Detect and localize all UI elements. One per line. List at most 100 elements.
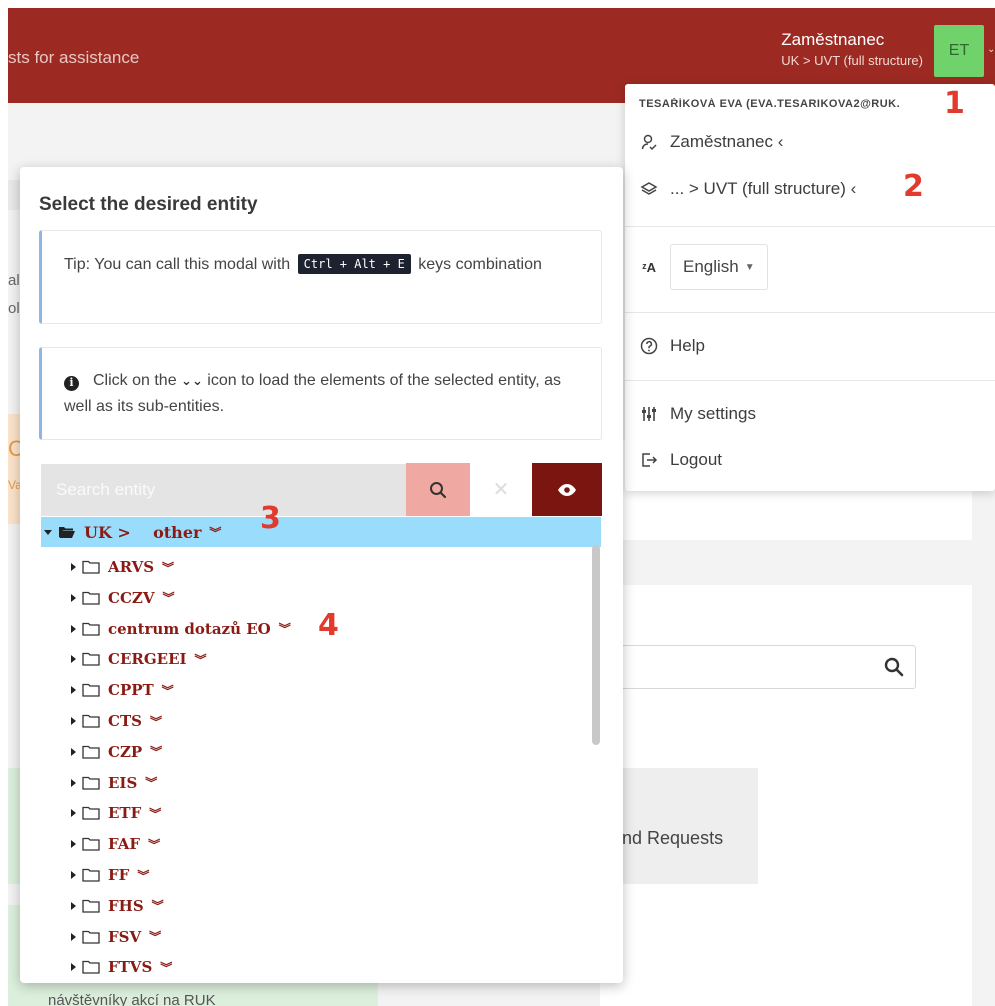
- caret-down-icon[interactable]: [44, 529, 52, 535]
- user-role: Zaměstnanec: [781, 30, 885, 49]
- search-button[interactable]: [406, 463, 470, 516]
- callout-number: 1: [944, 86, 965, 121]
- menu-item-label: ... > UVT (full structure) ‹: [670, 179, 857, 198]
- tree-node[interactable]: CERGEEI ︾: [71, 648, 207, 670]
- caret-right-icon[interactable]: [71, 840, 76, 849]
- eye-icon: [558, 483, 576, 496]
- tree-node-label: CTS: [108, 712, 142, 730]
- tree-root-node[interactable]: UK > other ︾: [41, 517, 601, 547]
- search-icon[interactable]: [882, 655, 906, 679]
- tree-node[interactable]: FSV ︾: [71, 926, 161, 948]
- double-chevron-icon[interactable]: ︾: [150, 743, 162, 760]
- caret-right-icon[interactable]: [71, 593, 76, 602]
- info-text: Click on the: [93, 372, 177, 389]
- assistance-text[interactable]: sts for assistance: [8, 48, 139, 68]
- caret-right-icon[interactable]: [71, 871, 76, 879]
- tree-node-label: CPPT: [108, 681, 154, 700]
- caret-right-icon[interactable]: [71, 901, 76, 910]
- background-tile[interactable]: [610, 768, 758, 884]
- folder-icon: [82, 776, 100, 790]
- tree-node[interactable]: FAF ︾: [71, 833, 160, 855]
- caret-right-icon[interactable]: [71, 686, 76, 695]
- caret-right-icon[interactable]: [71, 717, 76, 725]
- folder-icon: [82, 714, 100, 728]
- double-chevron-icon[interactable]: ︾: [160, 959, 172, 976]
- menu-divider: [625, 226, 995, 227]
- double-chevron-icon[interactable]: ︾: [137, 867, 149, 884]
- background-text-fragment: návštěvníky akcí na RUK: [48, 992, 216, 1006]
- double-chevron-icon[interactable]: ︾: [145, 774, 157, 791]
- caret-right-icon[interactable]: [71, 655, 76, 664]
- caret-right-icon[interactable]: [71, 963, 76, 972]
- tree-node[interactable]: FF ︾: [71, 864, 149, 886]
- background-text-fragment: ol: [8, 300, 20, 317]
- avatar[interactable]: ET: [934, 25, 984, 77]
- modal-title: Select the desired entity: [39, 194, 258, 215]
- tree-node[interactable]: ETF ︾: [71, 802, 161, 824]
- tree-node[interactable]: EIS ︾: [71, 772, 157, 794]
- entity-search-input[interactable]: [41, 464, 406, 516]
- search-icon: [430, 481, 447, 498]
- callout-number: 3: [260, 501, 281, 536]
- tree-node-label: EIS: [108, 773, 138, 792]
- chevron-down-icon[interactable]: ⌄: [987, 44, 995, 55]
- user-icon: [640, 133, 658, 151]
- background-text-fragment: al: [8, 272, 20, 289]
- double-chevron-icon[interactable]: ︾: [149, 928, 161, 945]
- caret-right-icon[interactable]: [71, 809, 76, 818]
- double-chevron-icon[interactable]: ︾: [162, 589, 174, 606]
- language-select[interactable]: English ▼: [670, 244, 768, 290]
- caret-right-icon[interactable]: [71, 778, 76, 787]
- tree-node[interactable]: CCZV ︾: [71, 587, 174, 609]
- tree-node[interactable]: FTVS ︾: [71, 956, 172, 977]
- menu-item-label: My settings: [670, 404, 756, 423]
- double-chevron-icon[interactable]: ︾: [279, 620, 291, 637]
- menu-item-structure[interactable]: ... > UVT (full structure) ‹: [640, 179, 856, 199]
- caret-right-icon[interactable]: [71, 563, 76, 571]
- double-chevron-icon[interactable]: ︾: [195, 651, 207, 668]
- double-chevron-icon[interactable]: ︾: [152, 897, 164, 914]
- menu-item-logout[interactable]: Logout: [640, 450, 722, 470]
- double-chevron-icon[interactable]: ︾: [162, 682, 174, 699]
- tree-node[interactable]: ARVS ︾: [71, 556, 174, 578]
- menu-item-settings[interactable]: My settings: [640, 404, 756, 424]
- tree-node[interactable]: centrum dotazů EO ︾: [71, 618, 291, 640]
- entity-tree: UK > other ︾ ARVS ︾ CCZV ︾ centrum dotazů EO…: [41, 517, 601, 977]
- tree-node-label: CZP: [108, 742, 143, 761]
- layers-icon: [640, 180, 658, 198]
- double-chevron-icon[interactable]: ︾: [209, 524, 221, 541]
- info-icon: i: [64, 375, 79, 391]
- tree-node[interactable]: CZP ︾: [71, 741, 162, 763]
- tree-node-label: CCZV: [108, 588, 155, 607]
- tree-node[interactable]: CTS ︾: [71, 710, 162, 732]
- menu-item-label: Help: [670, 336, 705, 355]
- double-chevron-icon[interactable]: ︾: [148, 836, 160, 853]
- caret-right-icon[interactable]: [71, 624, 76, 633]
- callout-backdrop: [260, 659, 324, 717]
- menu-item-help[interactable]: Help: [640, 336, 705, 356]
- clear-search-button[interactable]: ✕: [470, 463, 532, 516]
- caret-right-icon[interactable]: [71, 932, 76, 941]
- tree-root-label: UK > other: [84, 522, 202, 542]
- toggle-view-button[interactable]: [532, 463, 602, 516]
- user-identity: TESAŘÍKOVÁ EVA (EVA.TESARIKOVA2@RUK.: [639, 98, 901, 110]
- double-chevron-icon[interactable]: ︾: [149, 805, 161, 822]
- tree-node[interactable]: FHS ︾: [71, 895, 164, 917]
- double-chevron-icon: ⌄⌄: [181, 373, 203, 388]
- tree-node-label: FTVS: [108, 958, 153, 977]
- shortcut-tip: Tip: You can call this modal with Ctrl +…: [39, 230, 602, 324]
- folder-icon: [82, 653, 100, 667]
- user-summary[interactable]: Zaměstnanec UK > UVT (full structure): [781, 30, 923, 68]
- tree-node[interactable]: CPPT ︾: [71, 679, 174, 701]
- caret-right-icon[interactable]: [71, 747, 76, 756]
- double-chevron-icon[interactable]: ︾: [150, 713, 162, 730]
- folder-icon: [82, 622, 100, 636]
- tree-scrollbar[interactable]: [592, 545, 600, 745]
- translate-icon: ᶻA: [641, 259, 657, 275]
- folder-icon: [82, 560, 100, 574]
- menu-item-role[interactable]: Zaměstnanec ‹: [640, 132, 783, 152]
- double-chevron-icon[interactable]: ︾: [162, 559, 174, 576]
- menu-divider: [625, 380, 995, 381]
- background-search-input[interactable]: [610, 645, 916, 689]
- folder-icon: [82, 930, 100, 944]
